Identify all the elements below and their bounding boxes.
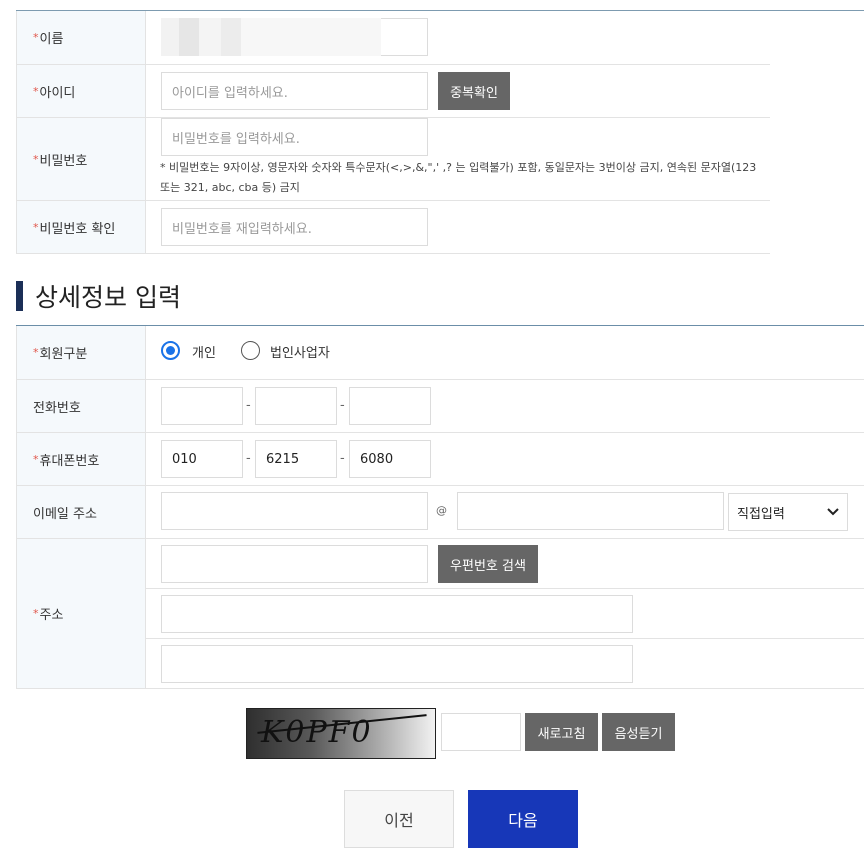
id-row: * 아이디 아이디를 입력하세요. 중복확인	[16, 65, 770, 118]
password-label: 비밀번호	[39, 153, 88, 169]
email-at-sign: @	[436, 504, 447, 517]
mobile-label: 휴대폰번호	[39, 453, 100, 469]
address-row: * 주소 우편번호 검색	[16, 539, 864, 689]
password-input[interactable]: 비밀번호를 입력하세요.	[161, 118, 428, 156]
radio-corporate-label[interactable]: 법인사업자	[270, 342, 330, 361]
address-input-1[interactable]	[161, 595, 633, 633]
mobile-input-2[interactable]: 6215	[255, 440, 337, 478]
radio-individual-label[interactable]: 개인	[192, 342, 216, 361]
radio-corporate[interactable]	[241, 341, 260, 360]
member-type-row: * 회원구분 개인 법인사업자	[16, 326, 864, 380]
name-label: 이름	[39, 32, 64, 47]
password-confirm-label: 비밀번호 확인	[39, 221, 116, 237]
duplicate-check-button[interactable]: 중복확인	[438, 72, 510, 110]
name-mask	[161, 18, 381, 56]
captcha-image: K0PF0	[246, 708, 436, 759]
section-bar	[16, 281, 23, 311]
address-label: 주소	[39, 608, 64, 623]
address-divider-2	[146, 638, 864, 639]
name-label-cell: * 이름	[16, 11, 146, 64]
zipcode-search-button[interactable]: 우편번호 검색	[438, 545, 538, 583]
phone-input-3[interactable]	[349, 387, 431, 425]
address-input-2[interactable]	[161, 645, 633, 683]
password-rule-note: * 비밀번호는 9자이상, 영문자와 숫자와 특수문자(<,>,&,",' ,?…	[160, 161, 757, 194]
email-row: 이메일 주소 @ 직접입력	[16, 486, 864, 539]
id-input[interactable]: 아이디를 입력하세요.	[161, 72, 428, 110]
name-row: * 이름	[16, 11, 770, 65]
email-domain-input[interactable]	[457, 492, 724, 530]
section-title: 상세정보 입력	[35, 283, 181, 312]
mobile-input-1[interactable]: 010	[161, 440, 243, 478]
phone-row: 전화번호 - -	[16, 380, 864, 433]
radio-individual[interactable]	[161, 341, 180, 360]
captcha-input[interactable]	[441, 713, 521, 751]
chevron-down-icon	[827, 505, 839, 520]
id-label: 아이디	[39, 85, 76, 101]
mobile-input-3[interactable]: 6080	[349, 440, 431, 478]
email-domain-select[interactable]: 직접입력	[728, 493, 848, 531]
next-button[interactable]: 다음	[468, 790, 578, 848]
password-confirm-row: * 비밀번호 확인 비밀번호를 재입력하세요.	[16, 201, 770, 254]
email-label: 이메일 주소	[33, 506, 97, 522]
phone-input-2[interactable]	[255, 387, 337, 425]
section-heading: 상세정보 입력	[16, 278, 181, 314]
zipcode-input[interactable]	[161, 545, 428, 583]
prev-button[interactable]: 이전	[344, 790, 454, 848]
password-confirm-input[interactable]: 비밀번호를 재입력하세요.	[161, 208, 428, 246]
mobile-row: * 휴대폰번호 010 - 6215 - 6080	[16, 433, 864, 486]
phone-input-1[interactable]	[161, 387, 243, 425]
address-divider-1	[146, 588, 864, 589]
email-local-input[interactable]	[161, 492, 428, 530]
password-row: * 비밀번호 비밀번호를 입력하세요. * 비밀번호는 9자이상, 영문자와 숫자…	[16, 118, 770, 201]
member-type-label: 회원구분	[39, 347, 88, 362]
captcha-refresh-button[interactable]: 새로고침	[525, 713, 598, 751]
phone-label: 전화번호	[33, 400, 81, 416]
captcha-audio-button[interactable]: 음성듣기	[602, 713, 675, 751]
